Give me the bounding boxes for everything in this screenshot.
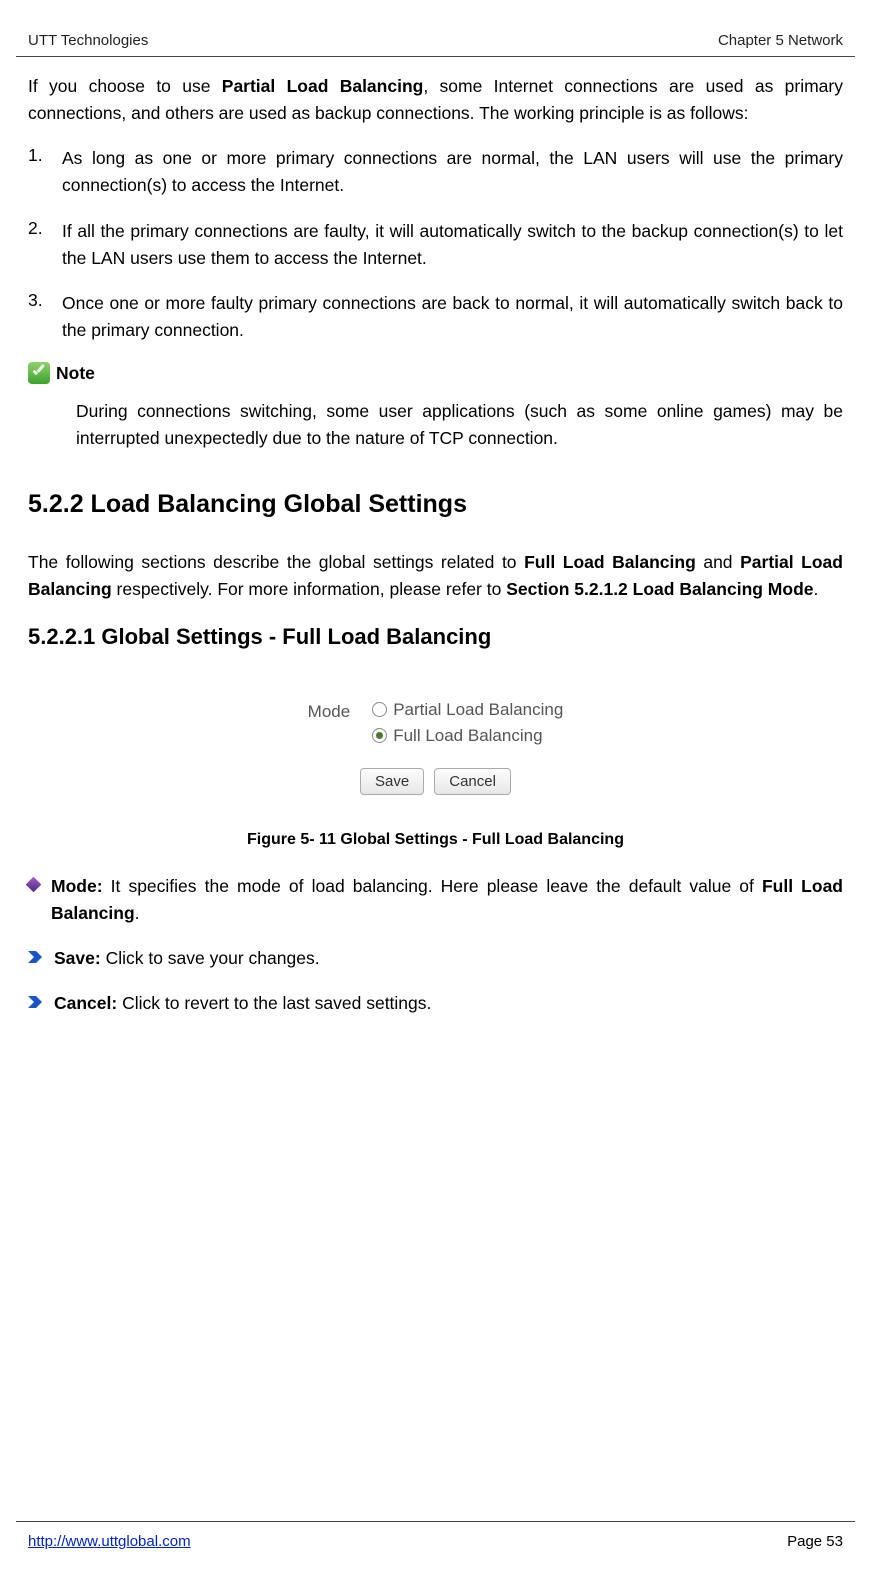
note-label: Note [56,363,95,384]
section-intro: The following sections describe the glob… [28,549,843,603]
p2-b1: Full Load Balancing [524,552,696,572]
bullet-text: Click to save your changes. [101,948,320,968]
bullet-bold: Cancel: [54,993,117,1013]
list-number: 1. [28,145,62,199]
footer-link[interactable]: http://www.uttglobal.com [28,1533,191,1550]
radio-icon[interactable] [372,702,387,717]
intro-bold: Partial Load Balancing [222,76,424,96]
p2-2: and [696,552,740,572]
button-row: Save Cancel [308,768,564,795]
page-number: Page 53 [787,1533,843,1550]
footer-rule [16,1521,855,1522]
radio-label: Partial Load Balancing [393,700,563,720]
p2-3: respectively. For more information, plea… [112,579,507,599]
radio-partial[interactable]: Partial Load Balancing [372,700,563,720]
bullet-save: Save: Click to save your changes. [28,945,843,972]
mode-label: Mode [308,700,351,722]
intro-paragraph: If you choose to use Partial Load Balanc… [28,73,843,127]
figure-caption: Figure 5- 11 Global Settings - Full Load… [28,831,843,849]
settings-panel: Mode Partial Load Balancing Full Load Ba… [278,690,594,807]
cancel-button[interactable]: Cancel [434,768,511,795]
list-number: 2. [28,218,62,272]
list-number: 3. [28,290,62,344]
bullet-body: Cancel: Click to revert to the last save… [54,990,843,1017]
heading-5-2-2-1: 5.2.2.1 Global Settings - Full Load Bala… [28,624,843,650]
ordered-item-1: 1. As long as one or more primary connec… [28,145,843,199]
check-icon [28,362,50,384]
diamond-icon [26,876,42,892]
header-left: UTT Technologies [28,32,148,49]
ordered-item-3: 3. Once one or more faulty primary conne… [28,290,843,344]
bullet-bold: Mode: [51,876,103,896]
save-button[interactable]: Save [360,768,424,795]
bullet-post: . [135,903,140,923]
radio-full[interactable]: Full Load Balancing [372,726,563,746]
ordered-item-2: 2. If all the primary connections are fa… [28,218,843,272]
p2-b3: Section 5.2.1.2 Load Balancing Mode [506,579,813,599]
mode-row: Mode Partial Load Balancing Full Load Ba… [308,700,564,746]
bullet-mode: Mode: It specifies the mode of load bala… [28,873,843,927]
radio-label: Full Load Balancing [393,726,542,746]
bullet-text: It specifies the mode of load balancing.… [103,876,762,896]
bullet-text: Click to revert to the last saved settin… [117,993,431,1013]
p2-1: The following sections describe the glob… [28,552,524,572]
bullet-body: Save: Click to save your changes. [54,945,843,972]
arrow-icon [28,996,42,1008]
bullet-body: Mode: It specifies the mode of load bala… [51,873,843,927]
note-text: During connections switching, some user … [76,398,843,452]
list-body: If all the primary connections are fault… [62,218,843,272]
figure-container: Mode Partial Load Balancing Full Load Ba… [28,690,843,807]
radio-group: Partial Load Balancing Full Load Balanci… [372,700,563,746]
bullet-bold: Save: [54,948,101,968]
p2-4: . [814,579,819,599]
header-right: Chapter 5 Network [718,32,843,49]
radio-icon-selected[interactable] [372,728,387,743]
bullet-cancel: Cancel: Click to revert to the last save… [28,990,843,1017]
intro-pre: If you choose to use [28,76,222,96]
header-rule [16,56,855,57]
note-header: Note [28,362,843,384]
arrow-icon [28,951,42,963]
list-body: Once one or more faulty primary connecti… [62,290,843,344]
page-header: UTT Technologies Chapter 5 Network [28,32,843,55]
heading-5-2-2: 5.2.2 Load Balancing Global Settings [28,490,843,519]
page-footer: http://www.uttglobal.com Page 53 [28,1527,843,1550]
list-body: As long as one or more primary connectio… [62,145,843,199]
